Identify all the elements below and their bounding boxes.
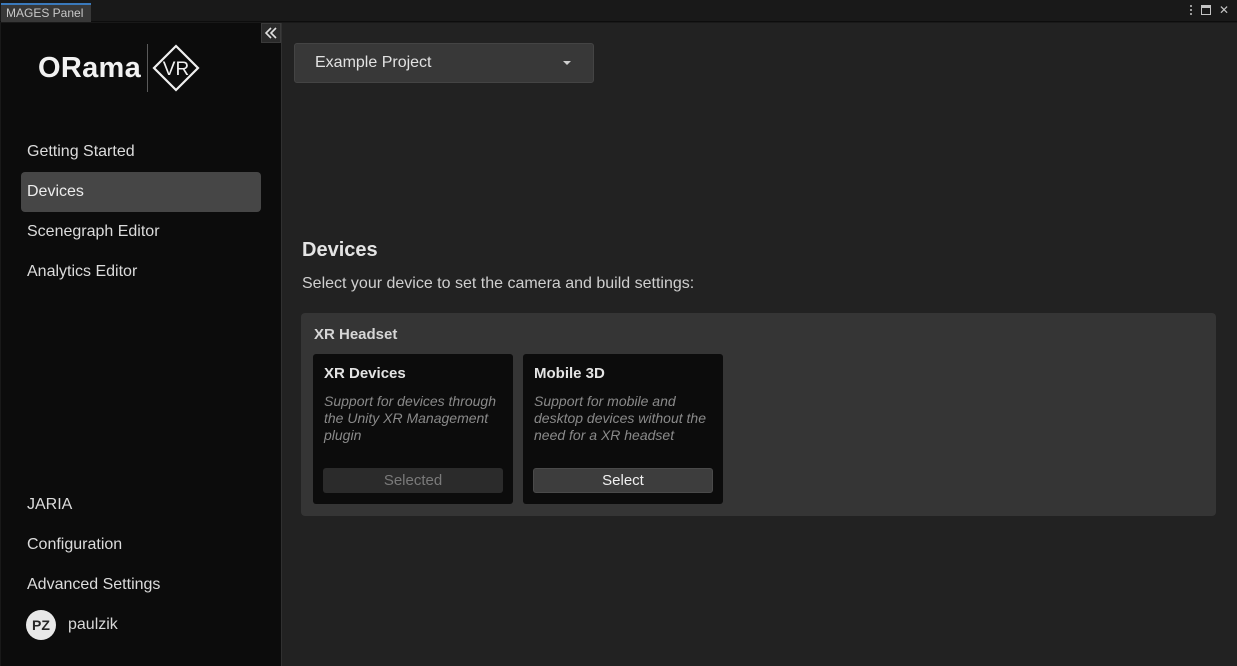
- main-panel: Example Project Devices Select your devi…: [282, 23, 1237, 666]
- card-title: Mobile 3D: [534, 365, 605, 382]
- window-controls: ✕: [1189, 3, 1229, 17]
- project-dropdown-value: Example Project: [315, 54, 432, 71]
- maximize-icon[interactable]: [1200, 5, 1211, 15]
- close-icon[interactable]: ✕: [1219, 3, 1229, 17]
- sidebar-item-jaria[interactable]: JARIA: [21, 485, 261, 525]
- username: paulzik: [68, 616, 118, 633]
- sidebar-item-devices[interactable]: Devices: [21, 172, 261, 212]
- window-tab[interactable]: MAGES Panel: [1, 3, 92, 22]
- sidebar-item-getting-started[interactable]: Getting Started: [21, 132, 261, 172]
- logo-divider: [147, 44, 149, 92]
- sidebar-nav-primary: Getting Started Devices Scenegraph Edito…: [21, 132, 261, 292]
- selected-button[interactable]: Selected: [323, 468, 503, 493]
- card-description: Support for devices through the Unity XR…: [324, 393, 496, 443]
- sidebar-item-configuration[interactable]: Configuration: [21, 525, 261, 565]
- collapse-sidebar-button[interactable]: [261, 23, 281, 43]
- sidebar: ORama VR Getting Started Devices Scenegr…: [1, 23, 281, 666]
- select-button[interactable]: Select: [533, 468, 713, 493]
- window-titlebar: MAGES Panel ✕: [0, 0, 1237, 22]
- device-card-mobile-3d: Mobile 3D Support for mobile and desktop…: [523, 354, 723, 504]
- user-account[interactable]: PZ paulzik: [26, 610, 118, 640]
- caret-down-icon: [563, 61, 571, 65]
- card-description: Support for mobile and desktop devices w…: [534, 393, 706, 443]
- sidebar-item-analytics-editor[interactable]: Analytics Editor: [21, 252, 261, 292]
- sidebar-item-advanced-settings[interactable]: Advanced Settings: [21, 565, 261, 605]
- device-group-xr-headset: XR Headset XR Devices Support for device…: [301, 313, 1216, 516]
- project-dropdown[interactable]: Example Project: [294, 43, 594, 83]
- logo-badge-text: VR: [163, 59, 189, 80]
- sidebar-item-scenegraph-editor[interactable]: Scenegraph Editor: [21, 212, 261, 252]
- group-label: XR Headset: [314, 326, 398, 343]
- device-card-xr-devices: XR Devices Support for devices through t…: [313, 354, 513, 504]
- card-title: XR Devices: [324, 365, 406, 382]
- double-chevron-left-icon: [264, 27, 277, 39]
- sidebar-nav-secondary: JARIA Configuration Advanced Settings: [21, 485, 261, 605]
- kebab-menu-icon[interactable]: [1189, 5, 1193, 15]
- orama-vr-logo: ORama VR: [38, 43, 200, 93]
- logo-text: ORama: [38, 51, 142, 84]
- avatar: PZ: [26, 610, 56, 640]
- page-title: Devices: [302, 239, 378, 261]
- vr-diamond-logo: VR: [152, 44, 200, 92]
- page-description: Select your device to set the camera and…: [302, 275, 695, 292]
